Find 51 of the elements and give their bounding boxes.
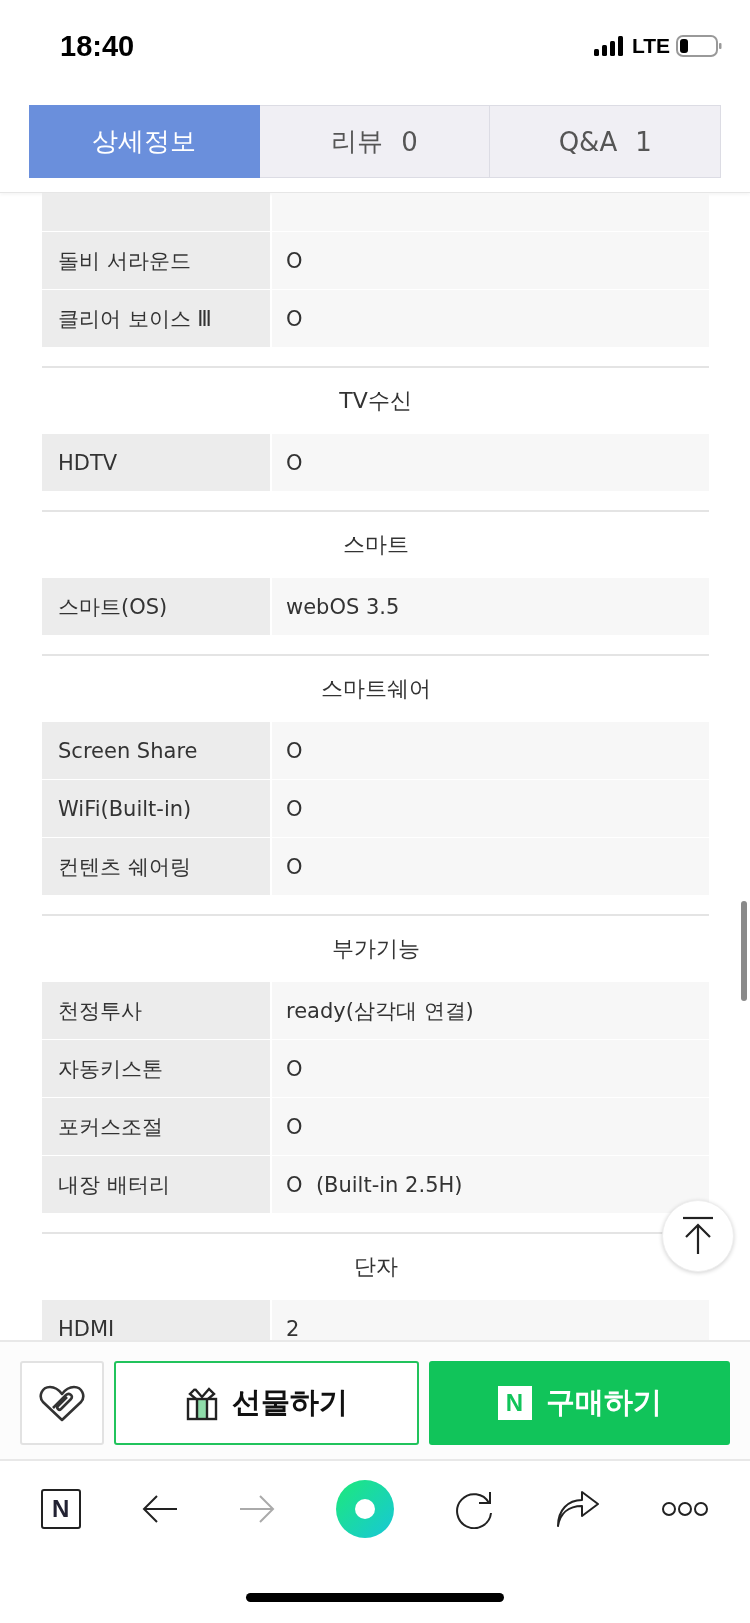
battery-icon [676,35,722,57]
value-cell: O [272,722,709,779]
section-title: 단자 [353,1253,398,1281]
share-arrow-icon [556,1490,601,1528]
label-cell: HDMI [42,1300,270,1340]
value-cell: 2 [272,1300,709,1340]
value-cell: O [272,1098,709,1155]
label-cell: 내장 배터리 [42,1156,270,1213]
tab[interactable]: Q&A 1 [490,105,721,178]
back-arrow-icon [141,1494,178,1524]
wishlist-button[interactable] [20,1361,104,1445]
section-title: 스마트쉐어 [320,675,431,703]
value-cell: O [272,1040,709,1097]
value-cell: O (Built-in 2.5H) [272,1156,709,1213]
value-cell: O [272,290,709,347]
label-cell: 클리어 보이스 Ⅲ [42,290,270,347]
value-cell: O [272,434,709,491]
label-cell: 돌비 서라운드 [42,232,270,289]
gift-button[interactable]: 선물하기 [114,1361,419,1445]
section-title: 스마트 [342,531,409,559]
gift-icon [185,1385,218,1421]
label-cell: HDTV [42,434,270,491]
label-cell: 자동키스톤 [42,1040,270,1097]
label-cell: 스마트(OS) [42,578,270,635]
status-time: 18:40 [60,29,135,63]
arrow-up-icon [681,1216,715,1256]
value-cell: O [272,780,709,837]
heart-icon [39,1384,85,1422]
ring-icon [336,1480,394,1538]
more-icon [661,1501,710,1517]
network-label: LTE [631,34,670,58]
label-cell: 컨텐츠 쉐어링 [42,838,270,895]
home-button[interactable]: N [40,1489,81,1529]
section-title: 부가기능 [331,935,420,963]
value-cell: O [272,838,709,895]
back-button[interactable] [141,1494,178,1524]
scroll-to-top-button[interactable] [662,1200,734,1272]
section-title: TV수신 [339,387,412,415]
value-cell: ready(삼각대 연결) [272,982,709,1039]
label-cell: 포커스조절 [42,1098,270,1155]
tab[interactable]: 리뷰 0 [259,105,491,178]
more-button[interactable] [661,1501,710,1517]
forward-arrow-icon [238,1494,275,1524]
naver-logo: N [497,1386,532,1420]
signal-icon [593,36,626,56]
label-cell: 천정투사 [42,982,270,1039]
label-cell: WiFi(Built-in) [42,780,270,837]
value-cell: webOS 3.5 [272,578,709,635]
share-button[interactable] [556,1490,601,1528]
value-cell: O [272,232,709,289]
label-cell: Screen Share [42,722,270,779]
